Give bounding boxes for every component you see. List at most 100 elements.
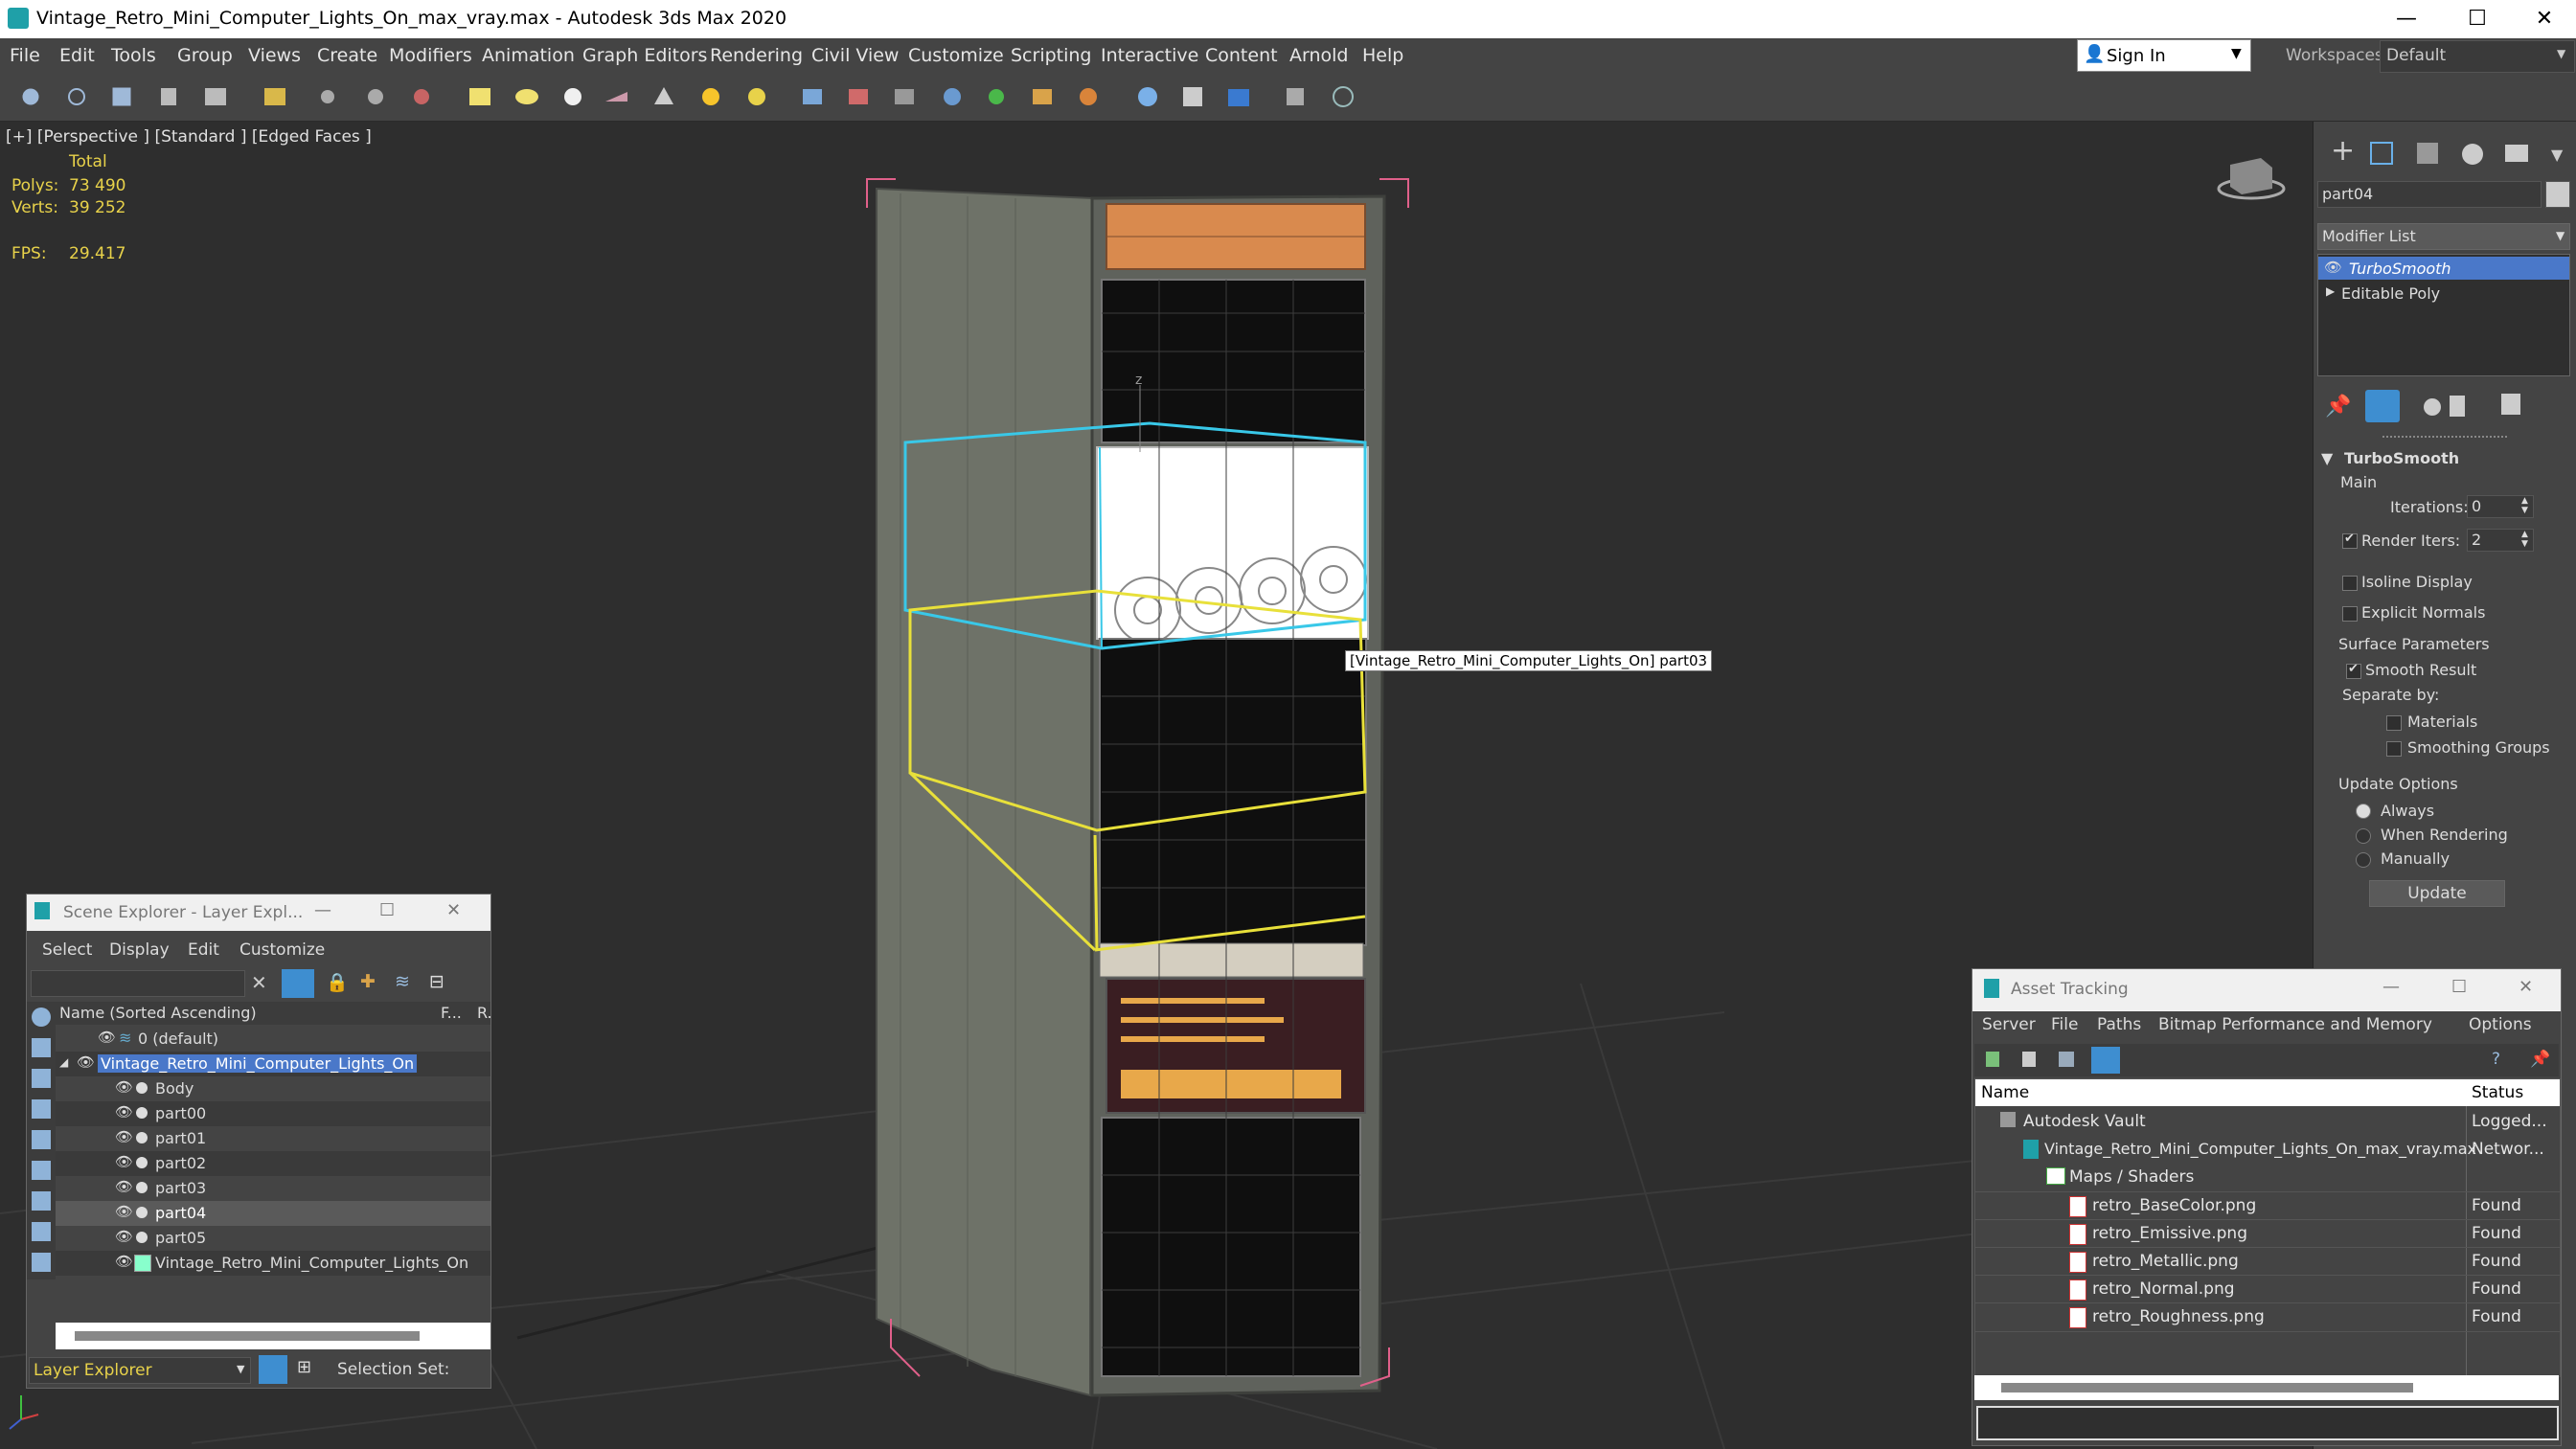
layers-icon[interactable]: ≋ <box>395 971 410 992</box>
menu-civil-view[interactable]: Civil View <box>811 45 899 66</box>
tree-row[interactable]: 👁 part02 <box>56 1151 490 1176</box>
sign-in-dropdown[interactable]: 👤 Sign In ▼ <box>2077 39 2251 72</box>
display-shapes-icon[interactable] <box>32 1038 51 1057</box>
close-button[interactable]: ✕ <box>2516 4 2573 34</box>
when-rendering-radio[interactable] <box>2356 828 2371 844</box>
eye-icon[interactable]: 👁 <box>98 1029 116 1046</box>
update-button[interactable]: Update <box>2369 880 2505 907</box>
tree-row[interactable]: 👁 ≋ 0 (default) <box>56 1027 490 1052</box>
asset-row[interactable]: retro_BaseColor.png Found <box>1975 1191 2560 1220</box>
asset-menu-options[interactable]: Options <box>2469 1015 2532 1034</box>
col-status[interactable]: Status <box>2472 1083 2523 1102</box>
scene-menu-select[interactable]: Select <box>42 940 92 960</box>
display-helpers-icon[interactable] <box>32 1130 51 1149</box>
eye-icon[interactable]: 👁 <box>115 1228 133 1245</box>
tree-row[interactable]: 👁 Vintage_Retro_Mini_Computer_Lights_On <box>56 1251 490 1276</box>
manually-radio[interactable] <box>2356 852 2371 868</box>
scrollbar-thumb[interactable] <box>2001 1383 2413 1392</box>
menu-create[interactable]: Create <box>317 45 377 66</box>
list-view-icon[interactable] <box>2059 1052 2074 1067</box>
smoothing-groups-checkbox[interactable] <box>2386 741 2402 757</box>
asset-row[interactable]: Autodesk Vault Logged... <box>1975 1108 2560 1136</box>
asset-row[interactable]: retro_Normal.png Found <box>1975 1275 2560 1303</box>
asset-path-field[interactable] <box>1976 1406 2559 1440</box>
menu-rendering[interactable]: Rendering <box>710 45 803 66</box>
stack-item-editable-poly[interactable]: ▶ Editable Poly <box>2318 282 2569 305</box>
menu-edit[interactable]: Edit <box>59 45 95 66</box>
render-iters-spinner[interactable]: 2 ▲ ▼ <box>2467 529 2534 552</box>
eye-icon[interactable]: 👁 <box>115 1128 133 1145</box>
pin-icon[interactable]: 📌 <box>2530 1050 2550 1069</box>
help-icon[interactable]: ? <box>2492 1050 2500 1069</box>
display-cameras-icon[interactable] <box>32 1099 51 1119</box>
menu-help[interactable]: Help <box>1362 45 1403 66</box>
rollout-title[interactable]: TurboSmooth <box>2344 449 2459 467</box>
always-radio[interactable] <box>2356 804 2371 819</box>
modifier-list-dropdown[interactable]: Modifier List ▼ <box>2317 223 2570 250</box>
asset-menu-server[interactable]: Server <box>1982 1015 2036 1034</box>
minimize-button[interactable]: — <box>2378 4 2435 34</box>
object-color-swatch[interactable] <box>2545 181 2570 208</box>
eye-icon[interactable]: 👁 <box>77 1053 95 1071</box>
explicit-normals-checkbox[interactable] <box>2342 606 2358 622</box>
viewport-label[interactable]: [+] [Perspective ] [Standard ] [Edged Fa… <box>6 127 372 147</box>
eye-icon[interactable]: 👁 <box>115 1153 133 1170</box>
scene-menu-customize[interactable]: Customize <box>239 940 325 960</box>
maximize-icon[interactable]: ☐ <box>379 900 395 920</box>
scene-explorer-titlebar[interactable]: Scene Explorer - Layer Expl... — ☐ ✕ <box>27 894 490 931</box>
smooth-result-checkbox[interactable]: ✔ <box>2346 662 2361 679</box>
eye-icon[interactable]: 👁 <box>115 1253 133 1270</box>
scene-menu-edit[interactable]: Edit <box>188 940 219 960</box>
asset-row[interactable]: Maps / Shaders <box>1975 1164 2560 1191</box>
asset-row[interactable]: Vintage_Retro_Mini_Computer_Lights_On_ma… <box>1975 1136 2560 1164</box>
expand-arrow-icon[interactable]: ▶ <box>2326 284 2335 298</box>
scene-search-input[interactable] <box>31 970 245 997</box>
tree-row[interactable]: 👁 part00 <box>56 1101 490 1126</box>
scrollbar-thumb[interactable] <box>75 1331 420 1341</box>
filter-icon[interactable] <box>282 969 314 998</box>
minimize-icon[interactable]: — <box>2382 977 2400 997</box>
maximize-icon[interactable]: ☐ <box>2451 977 2467 997</box>
asset-tracking-titlebar[interactable]: Asset Tracking — ☐ ✕ <box>1972 969 2561 1011</box>
eye-icon[interactable]: 👁 <box>115 1178 133 1195</box>
asset-menu-paths[interactable]: Paths <box>2097 1015 2141 1034</box>
display-bones-icon[interactable] <box>32 1253 51 1272</box>
eye-icon[interactable]: 👁 <box>115 1103 133 1121</box>
stack-item-turbosmooth[interactable]: 👁 TurboSmooth <box>2318 257 2569 280</box>
selection-set-icon[interactable]: ⊞ <box>297 1357 311 1377</box>
menu-content[interactable]: Content <box>1205 45 1278 66</box>
asset-row[interactable]: retro_Metallic.png Found <box>1975 1247 2560 1276</box>
layer-explorer-dropdown[interactable]: Layer Explorer ▼ <box>29 1357 251 1384</box>
workspace-select[interactable]: Default ▼ <box>2380 40 2575 73</box>
asset-row[interactable]: retro_Roughness.png Found <box>1975 1302 2560 1332</box>
menu-tools[interactable]: Tools <box>111 45 156 66</box>
spinner-arrows-icon[interactable]: ▲ ▼ <box>2521 496 2528 515</box>
menu-views[interactable]: Views <box>248 45 301 66</box>
menu-modifiers[interactable]: Modifiers <box>389 45 472 66</box>
col-render[interactable]: R. <box>477 1004 492 1022</box>
display-geometry-icon[interactable] <box>32 1008 51 1027</box>
minimize-icon[interactable]: — <box>314 900 331 920</box>
menu-group[interactable]: Group <box>177 45 233 66</box>
menu-animation[interactable]: Animation <box>482 45 575 66</box>
col-freeze[interactable]: F... <box>441 1004 462 1022</box>
iterations-spinner[interactable]: 0 ▲ ▼ <box>2467 495 2534 518</box>
rollout-arrow-icon[interactable]: ▼ <box>2321 449 2333 467</box>
menu-interactive[interactable]: Interactive <box>1101 45 1198 66</box>
display-spacewarps-icon[interactable] <box>32 1161 51 1180</box>
collapse-arrow-icon[interactable]: ◢ <box>59 1055 68 1069</box>
new-layer-icon[interactable]: ✚ <box>360 971 376 992</box>
layers-toggle-icon[interactable] <box>259 1355 287 1384</box>
lock-icon[interactable]: 🔒 <box>326 971 349 993</box>
close-icon[interactable]: ✕ <box>2519 977 2533 997</box>
materials-checkbox[interactable] <box>2386 715 2402 731</box>
isoline-checkbox[interactable] <box>2342 576 2358 591</box>
clear-search-icon[interactable]: ✕ <box>251 971 267 994</box>
col-name[interactable]: Name (Sorted Ascending) <box>59 1004 257 1022</box>
tree-row[interactable]: 👁 part04 <box>56 1201 490 1226</box>
refresh-icon[interactable] <box>1986 1052 1999 1067</box>
menu-scripting[interactable]: Scripting <box>1011 45 1092 66</box>
asset-menu-bitmap[interactable]: Bitmap Performance and Memory <box>2158 1015 2432 1034</box>
tree-row[interactable]: 👁 part03 <box>56 1176 490 1201</box>
checkout-icon[interactable] <box>2022 1052 2036 1067</box>
